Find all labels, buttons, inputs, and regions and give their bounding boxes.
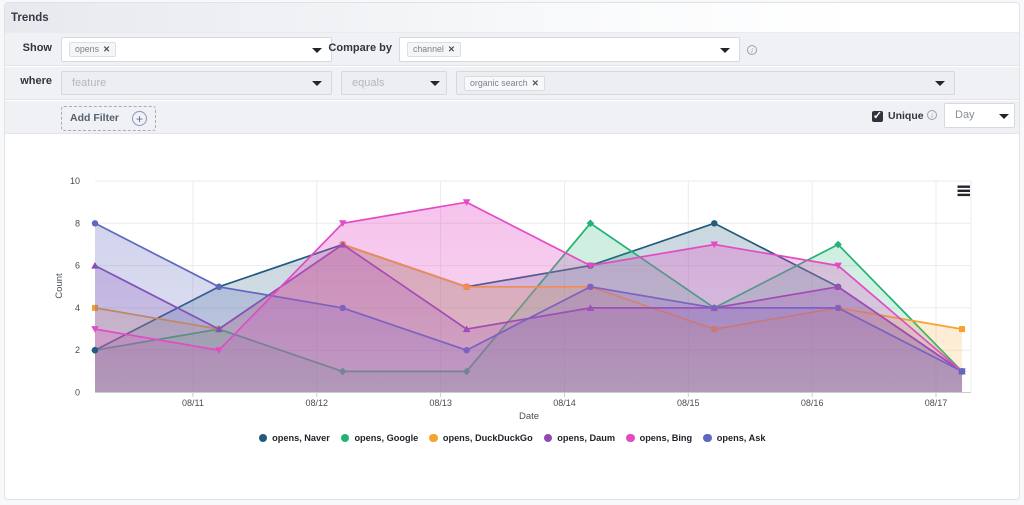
svg-text:08/14: 08/14 [553, 398, 576, 408]
svg-text:8: 8 [75, 218, 80, 228]
svg-text:Date: Date [519, 411, 539, 422]
svg-text:08/11: 08/11 [182, 398, 204, 408]
svg-text:0: 0 [75, 388, 80, 398]
svg-text:08/13: 08/13 [429, 398, 452, 408]
svg-text:2: 2 [75, 345, 80, 355]
svg-text:10: 10 [70, 176, 80, 186]
svg-text:6: 6 [75, 261, 80, 271]
svg-text:Count: Count [54, 273, 65, 299]
svg-text:08/15: 08/15 [677, 398, 700, 408]
svg-text:4: 4 [75, 303, 80, 313]
svg-text:08/16: 08/16 [801, 398, 824, 408]
svg-text:08/17: 08/17 [925, 398, 948, 408]
svg-text:08/12: 08/12 [306, 398, 329, 408]
